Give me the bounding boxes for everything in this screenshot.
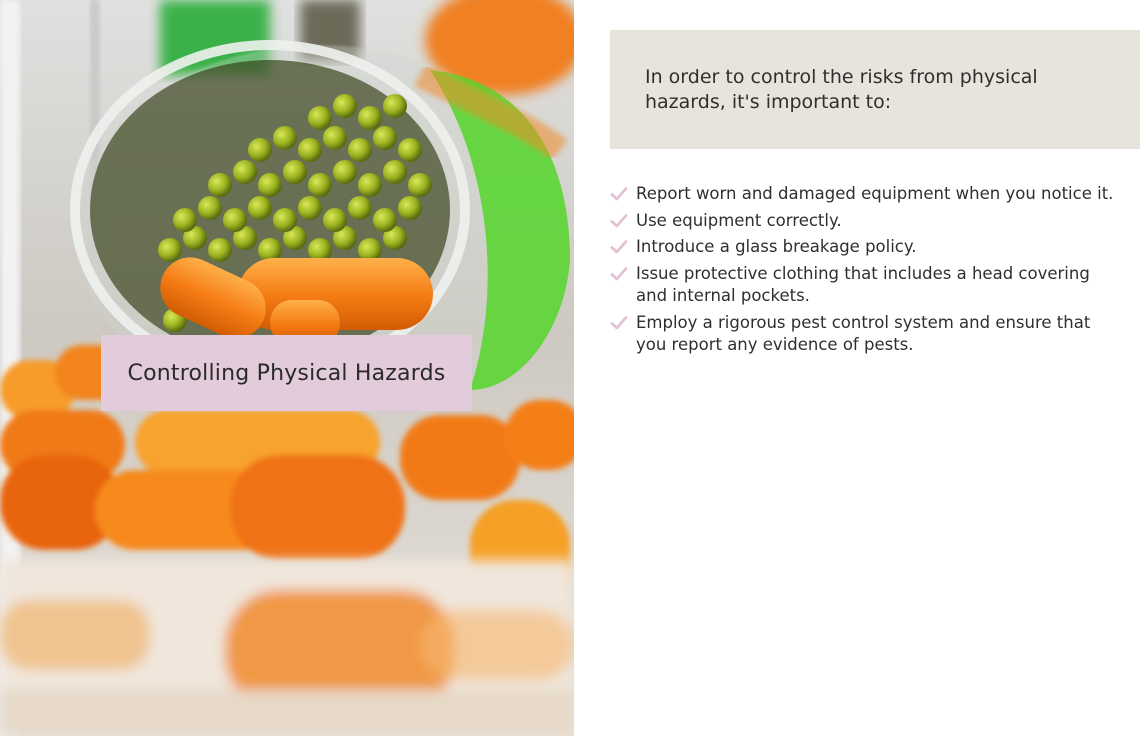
list-item-text: Use equipment correctly. bbox=[636, 210, 842, 230]
page-title: Controlling Physical Hazards bbox=[127, 360, 446, 386]
check-icon bbox=[610, 238, 628, 256]
intro-text: In order to control the risks from physi… bbox=[645, 66, 1038, 113]
controls-list: Report worn and damaged equipment when y… bbox=[610, 183, 1120, 361]
hero-image: Controlling Physical Hazards bbox=[0, 0, 574, 736]
check-icon bbox=[610, 265, 628, 283]
intro-callout: In order to control the risks from physi… bbox=[610, 30, 1140, 149]
check-icon bbox=[610, 314, 628, 332]
list-item-text: Employ a rigorous pest control system an… bbox=[636, 312, 1091, 355]
list-item: Introduce a glass breakage policy. bbox=[610, 236, 1120, 259]
check-icon bbox=[610, 212, 628, 230]
list-item: Issue protective clothing that includes … bbox=[610, 263, 1120, 308]
list-item: Use equipment correctly. bbox=[610, 210, 1120, 233]
list-item-text: Report worn and damaged equipment when y… bbox=[636, 184, 1114, 203]
check-icon bbox=[610, 185, 628, 203]
list-item-text: Issue protective clothing that includes … bbox=[636, 263, 1090, 306]
list-item: Report worn and damaged equipment when y… bbox=[610, 183, 1120, 206]
list-item: Employ a rigorous pest control system an… bbox=[610, 312, 1120, 357]
list-item-text: Introduce a glass breakage policy. bbox=[636, 237, 917, 256]
hero-title-box: Controlling Physical Hazards bbox=[101, 335, 472, 411]
